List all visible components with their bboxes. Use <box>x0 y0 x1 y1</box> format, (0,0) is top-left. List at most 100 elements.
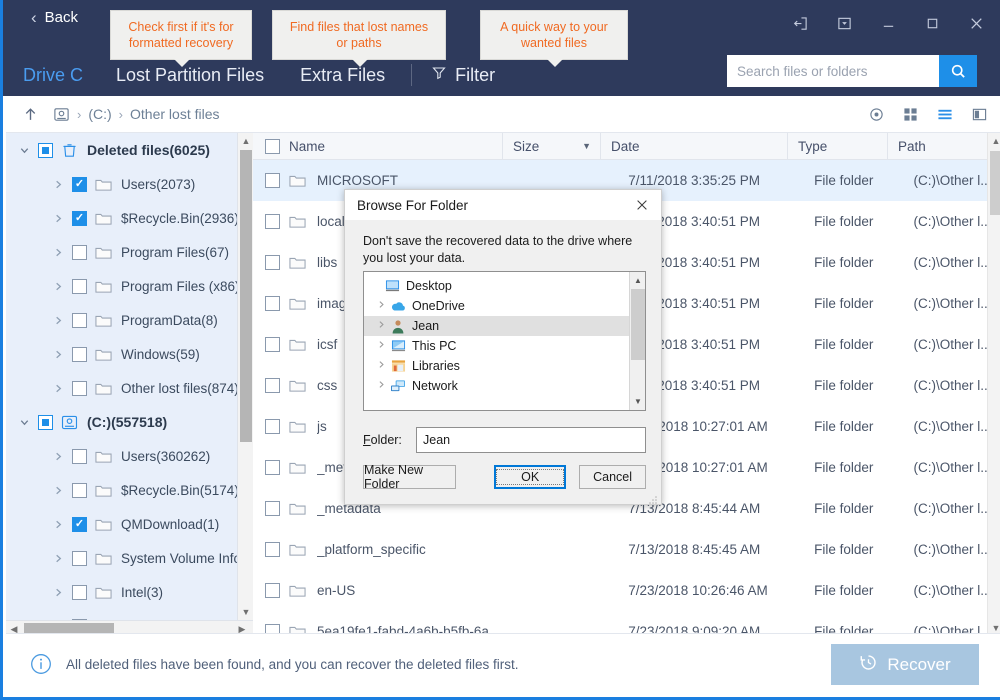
column-header-size[interactable]: Size ▼ <box>503 133 601 160</box>
dialog-tree-item[interactable]: Libraries <box>364 356 645 376</box>
tree-item-checkbox[interactable] <box>72 483 87 498</box>
chevron-right-icon[interactable] <box>374 360 389 372</box>
chevron-right-icon[interactable] <box>374 300 389 312</box>
drive-icon[interactable] <box>53 106 70 123</box>
row-checkbox[interactable] <box>265 337 280 352</box>
dialog-tree-item[interactable]: Network <box>364 376 645 396</box>
chevron-right-icon[interactable] <box>50 244 66 260</box>
tree-item-checkbox[interactable] <box>38 415 53 430</box>
row-checkbox[interactable] <box>265 419 280 434</box>
tree-item-checkbox[interactable] <box>38 143 53 158</box>
row-checkbox[interactable] <box>265 173 280 188</box>
breadcrumb-item-c[interactable]: (C:) <box>88 106 111 122</box>
dialog-tree-item[interactable]: This PC <box>364 336 645 356</box>
scrollbar-thumb[interactable] <box>240 150 252 442</box>
chevron-right-icon[interactable] <box>374 380 389 392</box>
tree-item[interactable]: Program Files (x86)(6) <box>6 269 253 303</box>
tree-item[interactable]: $Recycle.Bin(5174) <box>6 473 253 507</box>
sidebar-vertical-scrollbar[interactable]: ▲ ▼ <box>237 133 253 620</box>
tree-item-checkbox[interactable] <box>72 551 87 566</box>
search-button[interactable] <box>939 55 977 87</box>
tree-item-checkbox[interactable]: ✓ <box>72 177 87 192</box>
dialog-tree-item[interactable]: OneDrive <box>364 296 645 316</box>
tree-item[interactable]: Windows(59) <box>6 337 253 371</box>
chevron-right-icon[interactable] <box>50 312 66 328</box>
row-checkbox[interactable] <box>265 296 280 311</box>
close-icon[interactable] <box>623 190 661 220</box>
tree-item[interactable]: ProgramData(8) <box>6 303 253 337</box>
chevron-right-icon[interactable] <box>50 176 66 192</box>
back-button[interactable]: ‹ Back <box>31 9 78 26</box>
chevron-right-icon[interactable] <box>50 346 66 362</box>
column-header-path[interactable]: Path <box>888 133 988 160</box>
tree-item-checkbox[interactable] <box>72 279 87 294</box>
scrollbar-thumb[interactable] <box>990 151 1000 215</box>
row-checkbox[interactable] <box>265 583 280 598</box>
tree-item[interactable]: Deleted files(6025) <box>6 133 253 167</box>
chevron-right-icon[interactable] <box>50 278 66 294</box>
search-input[interactable] <box>727 55 939 87</box>
scrollbar-thumb[interactable] <box>631 289 645 360</box>
chevron-right-icon[interactable] <box>50 482 66 498</box>
table-row[interactable]: en-US7/23/2018 10:26:46 AMFile folder(C:… <box>253 570 1000 611</box>
chevron-right-icon[interactable] <box>374 340 389 352</box>
tab-drive-c[interactable]: Drive C <box>23 65 83 86</box>
select-all-checkbox[interactable] <box>265 139 280 154</box>
tab-extra-files[interactable]: Extra Files <box>300 65 385 86</box>
tree-item-checkbox[interactable] <box>72 347 87 362</box>
scroll-down-arrow-icon[interactable]: ▼ <box>630 393 646 410</box>
row-checkbox[interactable] <box>265 542 280 557</box>
tree-item[interactable]: ✓QMDownload(1) <box>6 507 253 541</box>
chevron-right-icon[interactable] <box>374 320 389 332</box>
minimize-icon[interactable] <box>871 10 905 36</box>
row-checkbox[interactable] <box>265 460 280 475</box>
scroll-down-arrow-icon[interactable]: ▼ <box>238 604 253 620</box>
chevron-right-icon[interactable] <box>50 380 66 396</box>
tree-item[interactable]: Program Files(67) <box>6 235 253 269</box>
column-header-type[interactable]: Type <box>788 133 888 160</box>
recover-button[interactable]: Recover <box>831 644 979 685</box>
file-list-scrollbar[interactable]: ▲ ▼ <box>987 133 1000 636</box>
tree-item[interactable]: System Volume Inform <box>6 541 253 575</box>
tree-item[interactable]: ✓Users(2073) <box>6 167 253 201</box>
tree-item-checkbox[interactable] <box>72 381 87 396</box>
tree-item-checkbox[interactable]: ✓ <box>72 517 87 532</box>
dialog-tree-scrollbar[interactable]: ▲ ▼ <box>629 272 645 410</box>
export-icon[interactable] <box>783 10 817 36</box>
tree-item-checkbox[interactable] <box>72 313 87 328</box>
chevron-right-icon[interactable] <box>50 550 66 566</box>
tree-item-checkbox[interactable] <box>72 449 87 464</box>
tree-item-checkbox[interactable] <box>72 585 87 600</box>
list-view-icon[interactable] <box>937 107 953 122</box>
dialog-tree-item[interactable]: Desktop <box>364 276 645 296</box>
column-header-date[interactable]: Date <box>601 133 788 160</box>
scroll-up-arrow-icon[interactable]: ▲ <box>630 272 646 289</box>
arrow-up-icon[interactable] <box>22 106 39 123</box>
row-checkbox[interactable] <box>265 501 280 516</box>
tree-item[interactable]: Users(360262) <box>6 439 253 473</box>
folder-name-input[interactable] <box>416 427 646 453</box>
table-row[interactable]: _platform_specific7/13/2018 8:45:45 AMFi… <box>253 529 1000 570</box>
dialog-tree-item[interactable]: Jean <box>364 316 645 336</box>
tree-item[interactable]: Other lost files(874) <box>6 371 253 405</box>
tree-item[interactable]: ✓$Recycle.Bin(2936) <box>6 201 253 235</box>
maximize-icon[interactable] <box>915 10 949 36</box>
details-pane-icon[interactable] <box>972 107 987 122</box>
tab-filter[interactable]: Filter <box>431 65 495 86</box>
chevron-down-icon[interactable] <box>16 142 32 158</box>
make-new-folder-button[interactable]: Make New Folder <box>363 465 456 489</box>
scroll-up-arrow-icon[interactable]: ▲ <box>238 133 253 149</box>
row-checkbox[interactable] <box>265 255 280 270</box>
chevron-down-icon[interactable] <box>16 414 32 430</box>
scroll-up-arrow-icon[interactable]: ▲ <box>988 133 1000 149</box>
dropdown-box-icon[interactable] <box>827 10 861 36</box>
resize-grip-icon[interactable] <box>648 492 658 502</box>
tab-lost-partition-files[interactable]: Lost Partition Files <box>116 65 264 86</box>
row-checkbox[interactable] <box>265 214 280 229</box>
column-header-name[interactable]: Name <box>253 133 503 160</box>
chevron-right-icon[interactable] <box>50 448 66 464</box>
chevron-right-icon[interactable] <box>50 210 66 226</box>
ok-button[interactable]: OK <box>494 465 566 489</box>
tree-item[interactable]: Intel(3) <box>6 575 253 609</box>
cancel-button[interactable]: Cancel <box>579 465 646 489</box>
